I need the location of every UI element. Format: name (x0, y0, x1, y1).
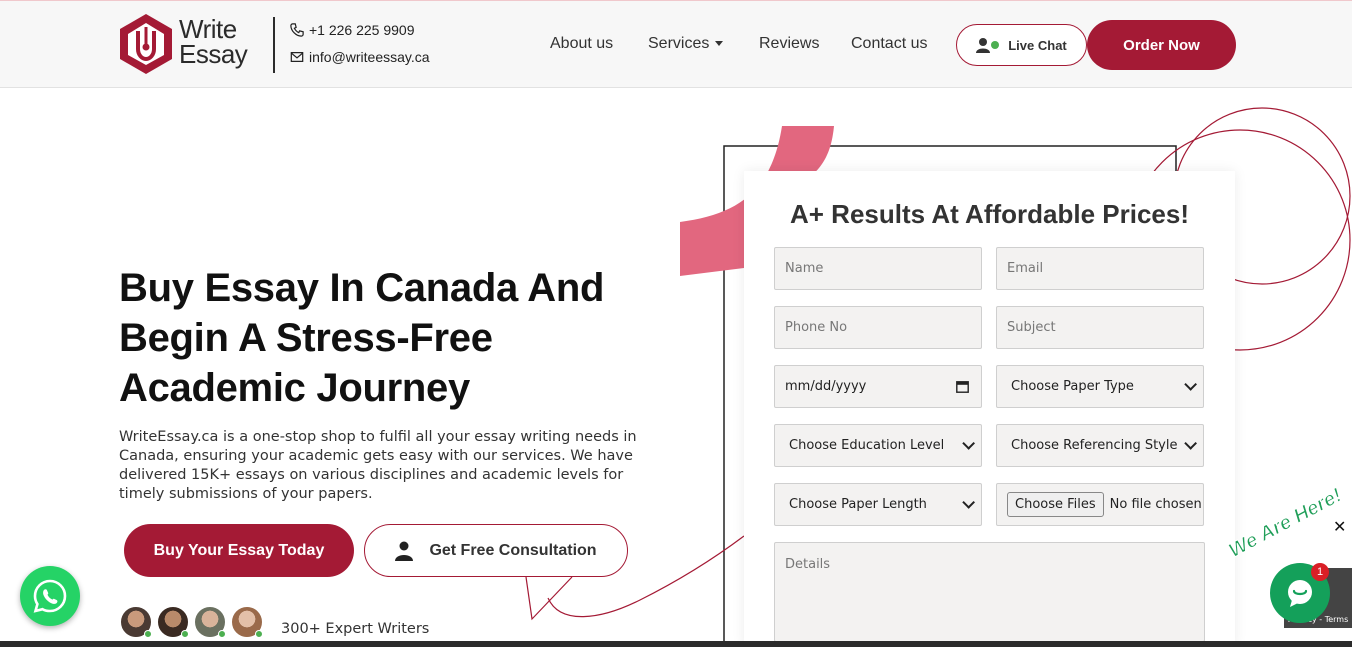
file-upload[interactable]: Choose Files No file chosen (996, 483, 1204, 526)
header-divider (273, 17, 275, 73)
logo-line-2: Essay (179, 39, 248, 69)
nav-reviews[interactable]: Reviews (759, 35, 819, 53)
user-online-icon (976, 38, 1000, 53)
hero-title-line-3: Academic Journey (119, 366, 470, 410)
email-input[interactable]: Email (996, 247, 1204, 290)
expert-writers-count: 300+ Expert Writers (281, 621, 430, 637)
form-title: A+ Results At Affordable Prices! (789, 199, 1189, 229)
referencing-style-select[interactable]: Choose Referencing Style (996, 424, 1204, 467)
education-level-value: Choose Education Level (789, 438, 945, 453)
date-value: mm/dd/yyyy (785, 379, 867, 394)
details-textarea[interactable]: Details (774, 542, 1205, 642)
chevron-down-icon (1184, 378, 1197, 391)
paper-type-value: Choose Paper Type (1011, 379, 1134, 394)
education-level-select[interactable]: Choose Education Level (774, 424, 982, 467)
we-are-here-label: We Are Here! (1225, 484, 1346, 563)
chevron-down-icon (715, 41, 724, 47)
hero-description: WriteEssay.ca is a one-stop shop to fulf… (119, 429, 637, 502)
referencing-style-value: Choose Referencing Style (1011, 438, 1178, 453)
logo-wordmark: Write Essay (179, 16, 248, 69)
paper-length-value: Choose Paper Length (789, 497, 927, 512)
choose-files-button[interactable]: Choose Files (1007, 492, 1104, 517)
free-consultation-button[interactable]: Get Free Consultation (364, 524, 628, 577)
logo-pen-icon (120, 14, 172, 74)
phone-number: +1 226 225 9909 (309, 22, 415, 38)
hero-title: Buy Essay In Canada And Begin A Stress-F… (119, 263, 679, 413)
avatar (156, 605, 190, 639)
live-chat-button[interactable]: Live Chat (956, 24, 1087, 66)
free-consultation-label: Get Free Consultation (429, 541, 597, 559)
whatsapp-button[interactable] (20, 566, 80, 626)
whatsapp-icon (33, 579, 67, 613)
phone-icon (290, 23, 304, 37)
phone-link[interactable]: +1 226 225 9909 (290, 22, 415, 38)
buy-essay-button[interactable]: Buy Your Essay Today (124, 524, 354, 577)
chat-unread-badge: 1 (1311, 563, 1329, 581)
avatar (119, 605, 153, 639)
name-input[interactable]: Name (774, 247, 982, 290)
chat-bubble-icon (1288, 580, 1312, 607)
file-status: No file chosen (1109, 497, 1202, 512)
paper-type-select[interactable]: Choose Paper Type (996, 365, 1204, 408)
chevron-down-icon (962, 496, 975, 509)
subject-input[interactable]: Subject (996, 306, 1204, 349)
mail-icon (290, 52, 304, 62)
email-address: info@writeessay.ca (309, 49, 430, 65)
hero-title-line-2: Begin A Stress-Free (119, 316, 493, 360)
writer-avatars (119, 605, 267, 639)
avatar (230, 605, 264, 639)
close-icon[interactable]: ✕ (1333, 517, 1346, 536)
user-icon (395, 541, 414, 561)
order-form: A+ Results At Affordable Prices! Name Em… (744, 171, 1235, 647)
site-header: Write Essay +1 226 225 9909 info@writees… (0, 0, 1352, 88)
nav-services[interactable]: Services (648, 35, 724, 53)
nav-about[interactable]: About us (550, 35, 613, 53)
avatar (193, 605, 227, 639)
nav-contact[interactable]: Contact us (851, 35, 927, 53)
live-chat-label: Live Chat (1008, 37, 1067, 53)
order-now-button[interactable]: Order Now (1087, 20, 1236, 70)
bottom-scroll-strip (0, 641, 1352, 647)
site-logo[interactable]: Write Essay (118, 13, 253, 77)
email-link[interactable]: info@writeessay.ca (290, 49, 430, 65)
deadline-date-input[interactable]: mm/dd/yyyy (774, 365, 982, 408)
nav-services-label: Services (648, 35, 710, 52)
paper-length-select[interactable]: Choose Paper Length (774, 483, 982, 526)
phone-input[interactable]: Phone No (774, 306, 982, 349)
calendar-icon (956, 381, 969, 393)
chevron-down-icon (962, 437, 975, 450)
hero-title-line-1: Buy Essay In Canada And (119, 266, 605, 310)
chevron-down-icon (1184, 437, 1197, 450)
